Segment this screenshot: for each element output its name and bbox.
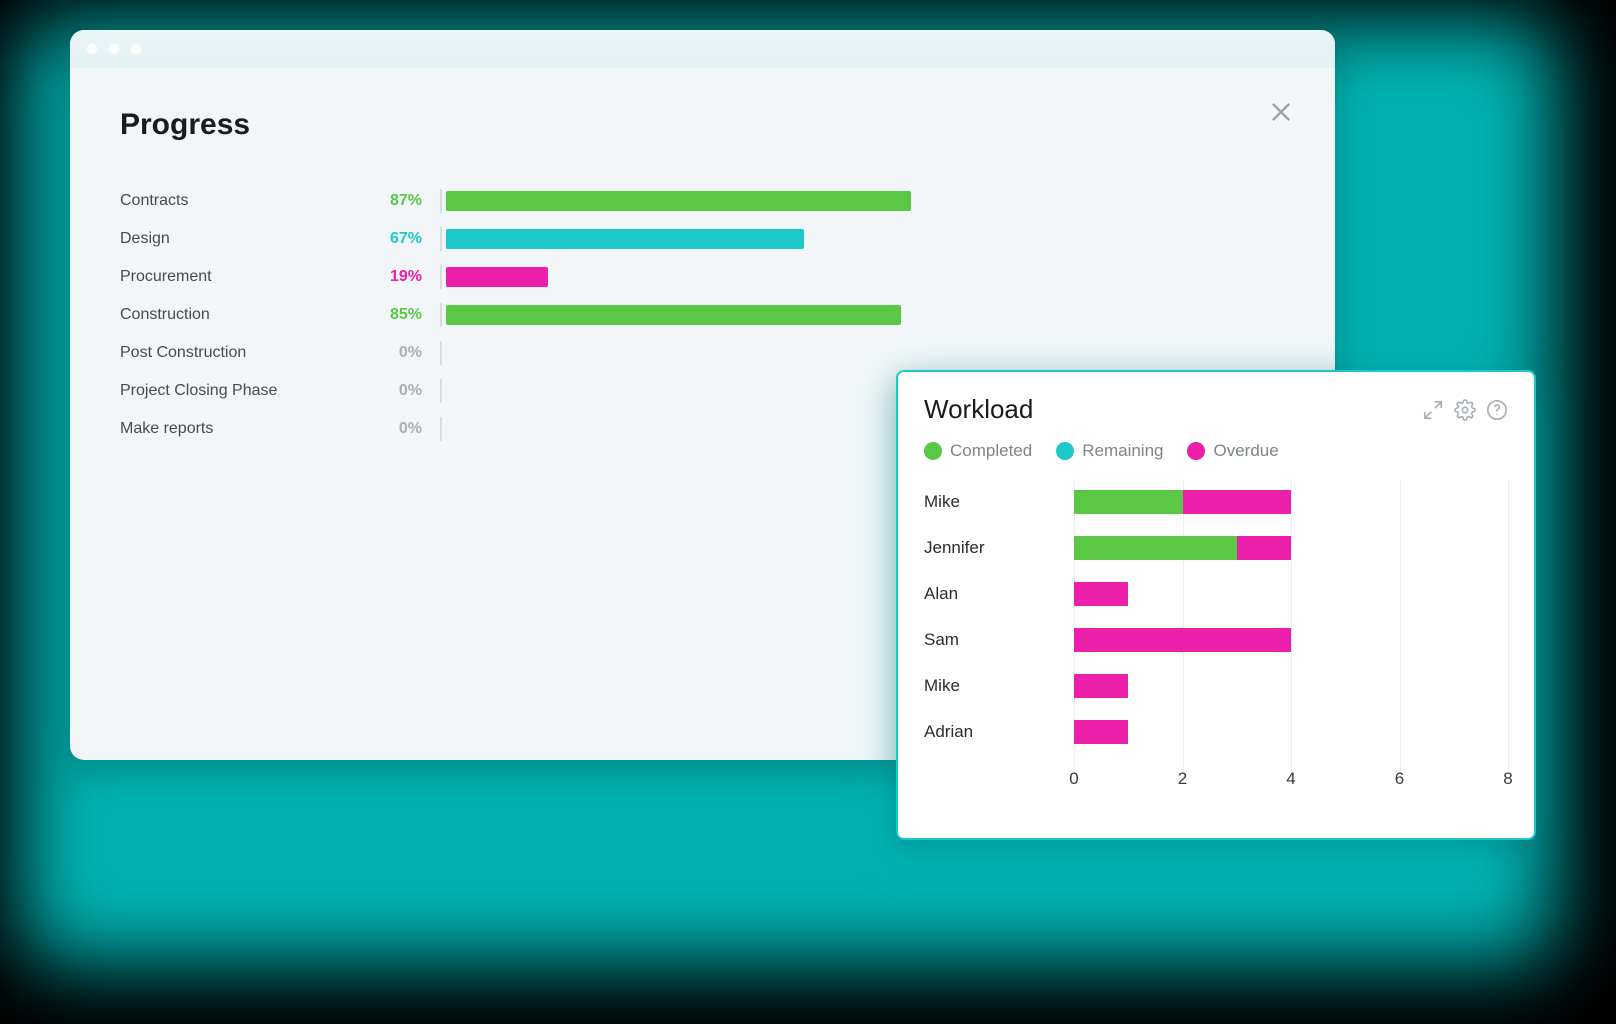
workload-segment-overdue [1074,628,1291,652]
progress-row-label: Procurement [120,268,380,286]
workload-row-name: Alan [924,584,1074,604]
progress-row-tick [440,303,442,327]
window-dot [130,43,142,55]
x-tick-label: 6 [1395,769,1404,789]
workload-row-name: Mike [924,492,1074,512]
workload-segment-overdue [1074,720,1128,744]
progress-row: Construction85% [120,296,1285,334]
workload-row-barzone [1074,490,1508,514]
workload-segment-overdue [1074,582,1128,606]
x-tick-label: 8 [1503,769,1512,789]
workload-title: Workload [924,394,1033,425]
legend-label: Overdue [1213,441,1278,461]
progress-row: Post Construction0% [120,334,1285,372]
progress-row-bar [446,267,548,287]
workload-row: Alan [924,571,1508,617]
progress-row-tick [440,189,442,213]
window-titlebar [70,30,1335,68]
progress-row-tick [440,227,442,251]
gridline [1508,479,1509,782]
gear-icon[interactable] [1454,399,1476,421]
workload-row-barzone [1074,720,1508,744]
help-icon[interactable] [1486,399,1508,421]
workload-segment-overdue [1237,536,1291,560]
progress-row-tick [440,265,442,289]
progress-row-percent: 19% [380,268,440,286]
window-dot [108,43,120,55]
legend-item: Completed [924,441,1032,461]
progress-row: Design67% [120,220,1285,258]
legend-item: Remaining [1056,441,1163,461]
workload-row-barzone [1074,674,1508,698]
progress-row: Procurement19% [120,258,1285,296]
progress-row-label: Project Closing Phase [120,382,380,400]
expand-icon[interactable] [1422,399,1444,421]
close-icon[interactable] [1267,98,1295,126]
progress-row-track [440,267,1285,287]
progress-row-tick [440,341,442,365]
progress-row-percent: 67% [380,230,440,248]
legend-swatch [1187,442,1205,460]
progress-row-label: Design [120,230,380,248]
x-tick-label: 4 [1286,769,1295,789]
progress-row-percent: 0% [380,382,440,400]
workload-row: Sam [924,617,1508,663]
progress-row-label: Make reports [120,420,380,438]
workload-card: Workload CompletedRema [896,370,1536,840]
x-tick-label: 2 [1178,769,1187,789]
progress-row-track [440,191,1285,211]
progress-row-tick [440,379,442,403]
workload-row: Mike [924,479,1508,525]
progress-row-label: Contracts [120,192,380,210]
legend-swatch [1056,442,1074,460]
workload-segment-overdue [1183,490,1292,514]
workload-row-name: Sam [924,630,1074,650]
window-dot [86,43,98,55]
workload-row-barzone [1074,536,1508,560]
progress-row-bar [446,305,901,325]
workload-row: Jennifer [924,525,1508,571]
progress-row-track [440,229,1285,249]
legend-swatch [924,442,942,460]
progress-row-track [440,305,1285,325]
workload-segment-completed [1074,490,1183,514]
workload-row: Mike [924,663,1508,709]
workload-row-name: Adrian [924,722,1074,742]
progress-row-percent: 0% [380,344,440,362]
progress-row-percent: 85% [380,306,440,324]
progress-row-track [440,343,1285,363]
progress-row: Contracts87% [120,182,1285,220]
progress-row-bar [446,229,804,249]
legend-item: Overdue [1187,441,1278,461]
progress-row-bar [446,191,911,211]
workload-row-barzone [1074,628,1508,652]
workload-row-barzone [1074,582,1508,606]
progress-row-percent: 0% [380,420,440,438]
progress-row-tick [440,417,442,441]
workload-segment-overdue [1074,674,1128,698]
progress-row-label: Construction [120,306,380,324]
workload-row: Adrian [924,709,1508,755]
progress-row-label: Post Construction [120,344,380,362]
progress-row-percent: 87% [380,192,440,210]
progress-title: Progress [120,108,1285,142]
x-tick-label: 0 [1069,769,1078,789]
workload-segment-completed [1074,536,1237,560]
legend-label: Remaining [1082,441,1163,461]
legend-label: Completed [950,441,1032,461]
workload-row-name: Jennifer [924,538,1074,558]
workload-row-name: Mike [924,676,1074,696]
